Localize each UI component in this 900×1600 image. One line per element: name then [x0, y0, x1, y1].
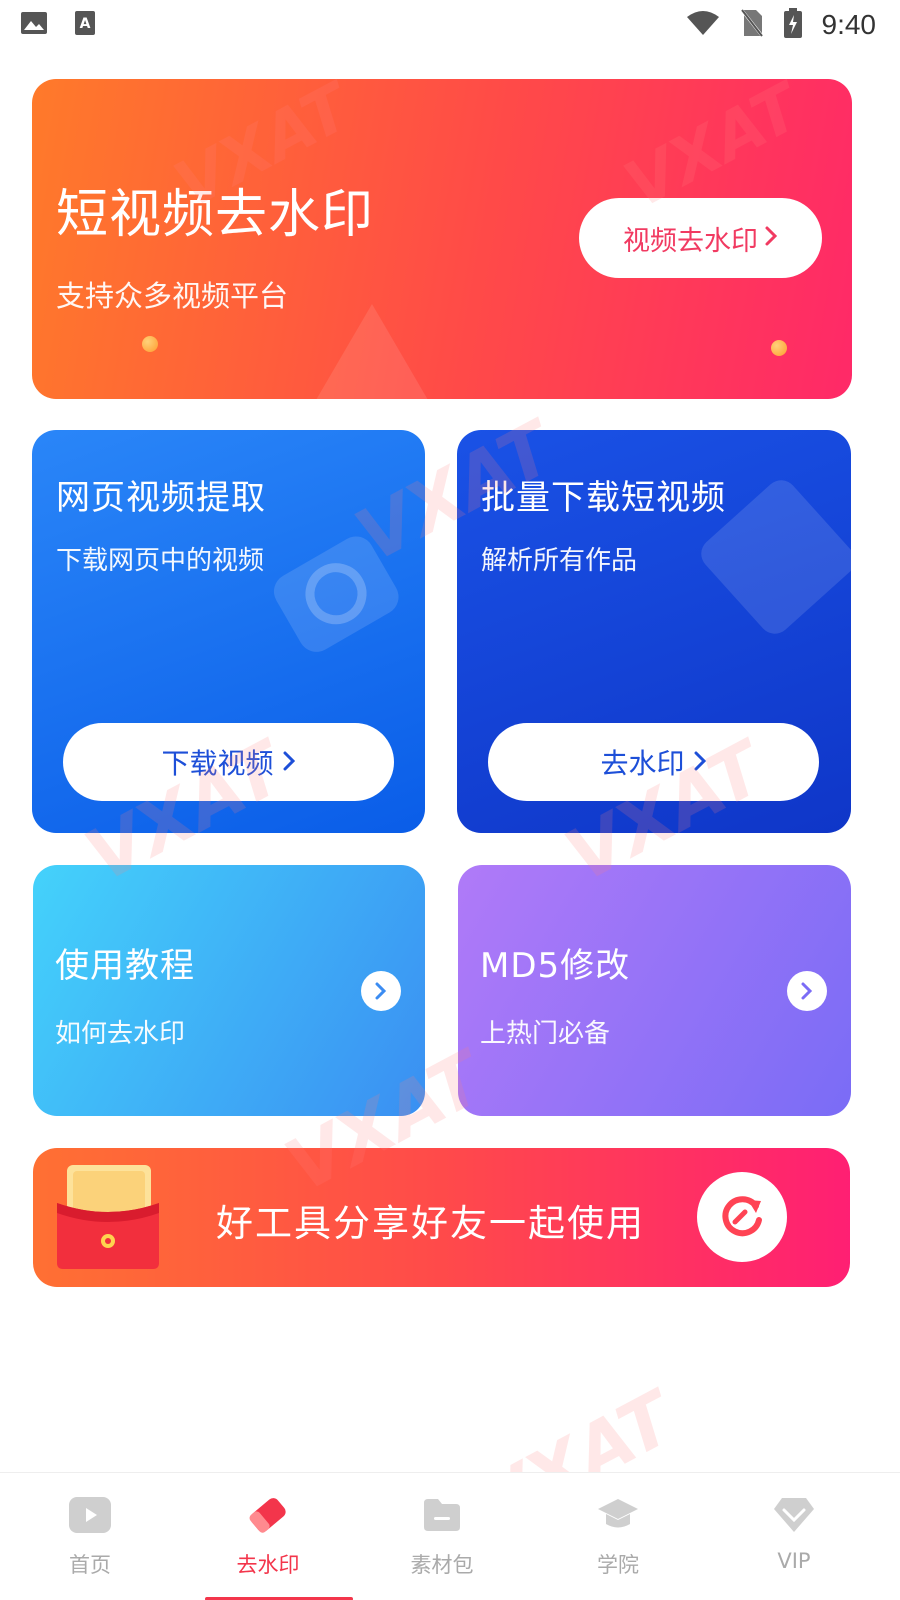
wifi-icon [686, 9, 720, 41]
nav-label-vip: VIP [777, 1549, 811, 1573]
md5-modify-card[interactable]: MD5修改 上热门必备 [458, 865, 851, 1116]
battery-charging-icon [783, 8, 802, 42]
hero-subtitle: 支持众多视频平台 [56, 279, 289, 313]
nav-item-home[interactable]: 首页 [0, 1473, 180, 1600]
chevron-right-icon [693, 746, 707, 779]
nav-label-home: 首页 [69, 1553, 111, 1577]
nav-label-materials: 素材包 [410, 1553, 474, 1577]
web-extract-title: 网页视频提取 [56, 478, 266, 518]
download-video-label: 下载视频 [161, 747, 274, 780]
home-video-icon [62, 1487, 118, 1543]
eraser-icon [240, 1487, 296, 1543]
nav-item-remove-watermark[interactable]: 去水印 [178, 1473, 358, 1600]
nav-item-vip[interactable]: VIP [704, 1473, 884, 1600]
chevron-right-circle-icon[interactable] [787, 971, 827, 1011]
chevron-right-icon [764, 223, 778, 254]
folder-icon [414, 1487, 470, 1543]
batch-download-subtitle: 解析所有作品 [481, 546, 638, 576]
hero-title: 短视频去水印 [56, 185, 375, 245]
bottom-nav: 首页 去水印 素材包 学院 VIP [0, 1472, 900, 1600]
graduation-cap-icon [590, 1487, 646, 1543]
no-sim-icon [739, 8, 764, 42]
image-icon [20, 11, 48, 39]
tutorial-title: 使用教程 [55, 946, 195, 986]
nav-item-materials[interactable]: 素材包 [352, 1473, 532, 1600]
web-extract-subtitle: 下载网页中的视频 [56, 546, 265, 576]
batch-download-title: 批量下载短视频 [481, 478, 726, 518]
red-envelope-wallet-icon [53, 1163, 163, 1275]
nav-label-remove-watermark: 去水印 [236, 1553, 300, 1577]
chevron-right-circle-icon[interactable] [361, 971, 401, 1011]
md5-subtitle: 上热门必备 [480, 1019, 611, 1049]
diamond-icon [766, 1487, 822, 1543]
web-video-extract-card[interactable]: 网页视频提取 下载网页中的视频 下载视频 [32, 430, 425, 833]
status-bar: A 9:40 [0, 0, 900, 50]
hero-decoration-triangle [302, 304, 442, 399]
camera-decoration-icon [265, 522, 405, 666]
text-a-icon: A [74, 10, 96, 40]
status-time: 9:40 [821, 9, 877, 40]
hero-card-remove-watermark[interactable]: 短视频去水印 支持众多视频平台 视频去水印 [32, 79, 852, 399]
chevron-right-icon [282, 746, 296, 779]
md5-title: MD5修改 [480, 946, 631, 986]
share-refresh-icon[interactable] [697, 1172, 787, 1262]
share-text: 好工具分享好友一起使用 [216, 1202, 645, 1245]
share-banner[interactable]: 好工具分享好友一起使用 [33, 1148, 850, 1287]
remove-watermark-label: 去水印 [600, 747, 685, 780]
nav-item-academy[interactable]: 学院 [528, 1473, 708, 1600]
tutorial-subtitle: 如何去水印 [55, 1019, 186, 1049]
remove-watermark-button[interactable]: 去水印 [488, 723, 819, 801]
decorative-dot [142, 336, 158, 352]
decorative-dot [771, 340, 787, 356]
video-remove-watermark-button[interactable]: 视频去水印 [579, 198, 822, 278]
batch-download-card[interactable]: 批量下载短视频 解析所有作品 去水印 [457, 430, 851, 833]
nav-label-academy: 学院 [597, 1553, 639, 1577]
download-video-button[interactable]: 下载视频 [63, 723, 394, 801]
tutorial-card[interactable]: 使用教程 如何去水印 [33, 865, 425, 1116]
svg-text:A: A [80, 16, 91, 32]
hero-button-label: 视频去水印 [623, 225, 758, 257]
